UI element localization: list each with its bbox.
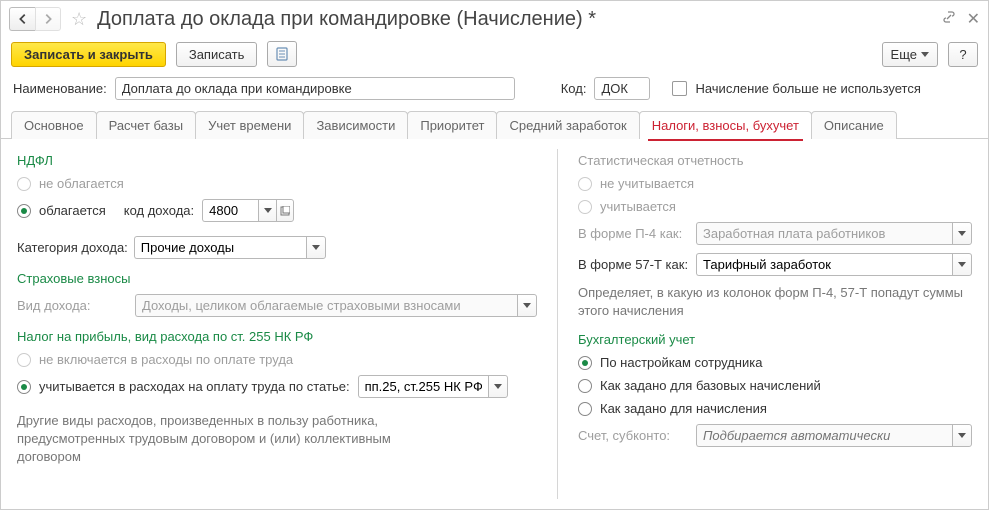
form-57t-select[interactable] bbox=[696, 253, 952, 276]
more-button-label: Еще bbox=[891, 47, 917, 62]
tab-taxes[interactable]: Налоги, взносы, бухучет bbox=[639, 111, 812, 139]
income-cat-select[interactable] bbox=[134, 236, 306, 259]
tab-main[interactable]: Основное bbox=[11, 111, 97, 139]
tab-priority[interactable]: Приоритет bbox=[407, 111, 497, 139]
stat-hint: Определяет, в какую из колонок форм П-4,… bbox=[578, 284, 972, 320]
income-type-label: Вид дохода: bbox=[17, 298, 129, 313]
income-code-popup[interactable] bbox=[276, 199, 294, 222]
arrow-left-icon bbox=[16, 12, 30, 26]
link-icon[interactable] bbox=[941, 9, 957, 29]
chevron-down-icon bbox=[958, 433, 966, 438]
code-label: Код: bbox=[561, 81, 587, 96]
tab-base[interactable]: Расчет базы bbox=[96, 111, 197, 139]
ndfl-not-taxed-label: не облагается bbox=[39, 176, 124, 191]
stat-counted-label: учитывается bbox=[600, 199, 676, 214]
chevron-down-icon bbox=[494, 384, 502, 389]
code-input[interactable] bbox=[594, 77, 650, 100]
help-button[interactable]: ? bbox=[948, 42, 978, 67]
stat-not-counted-radio bbox=[578, 177, 592, 191]
chevron-down-icon bbox=[958, 231, 966, 236]
tab-bar: Основное Расчет базы Учет времени Зависи… bbox=[1, 110, 988, 139]
not-used-checkbox[interactable] bbox=[672, 81, 687, 96]
tab-deps[interactable]: Зависимости bbox=[303, 111, 408, 139]
acc-by-employee-label: По настройкам сотрудника bbox=[600, 355, 762, 370]
chevron-down-icon bbox=[921, 52, 929, 57]
stat-section-title: Статистическая отчетность bbox=[578, 153, 972, 168]
form-p4-label: В форме П-4 как: bbox=[578, 226, 690, 241]
form-p4-select bbox=[696, 222, 952, 245]
account-dropdown-btn bbox=[952, 424, 972, 447]
chevron-down-icon bbox=[264, 208, 272, 213]
included-label: учитывается в расходах на оплату труда п… bbox=[39, 379, 350, 394]
name-label: Наименование: bbox=[13, 81, 107, 96]
accounting-section-title: Бухгалтерский учет bbox=[578, 332, 972, 347]
ndfl-not-taxed-radio[interactable] bbox=[17, 177, 31, 191]
form-57t-label: В форме 57-Т как: bbox=[578, 257, 690, 272]
article-select[interactable] bbox=[358, 375, 488, 398]
income-type-dropdown-btn[interactable] bbox=[517, 294, 537, 317]
save-button[interactable]: Записать bbox=[176, 42, 258, 67]
income-code-label: код дохода: bbox=[124, 203, 194, 218]
included-radio[interactable] bbox=[17, 380, 31, 394]
article-dropdown-btn[interactable] bbox=[488, 375, 508, 398]
chevron-down-icon bbox=[312, 245, 320, 250]
ndfl-taxed-radio[interactable] bbox=[17, 204, 31, 218]
insurance-section-title: Страховые взносы bbox=[17, 271, 537, 286]
name-input[interactable] bbox=[115, 77, 515, 100]
acc-for-charge-label: Как задано для начисления bbox=[600, 401, 767, 416]
account-label: Счет, субконто: bbox=[578, 428, 690, 443]
form-p4-dropdown-btn bbox=[952, 222, 972, 245]
acc-by-employee-radio[interactable] bbox=[578, 356, 592, 370]
nav-back-button[interactable] bbox=[9, 7, 35, 31]
account-select bbox=[696, 424, 952, 447]
more-button[interactable]: Еще bbox=[882, 42, 938, 67]
tab-time[interactable]: Учет времени bbox=[195, 111, 304, 139]
stat-not-counted-label: не учитывается bbox=[600, 176, 694, 191]
income-code-input[interactable] bbox=[202, 199, 258, 222]
window-title: Доплата до оклада при командировке (Начи… bbox=[97, 8, 934, 31]
acc-by-base-label: Как задано для базовых начислений bbox=[600, 378, 821, 393]
income-type-select[interactable] bbox=[135, 294, 517, 317]
favorite-star-icon[interactable]: ☆ bbox=[71, 9, 87, 30]
save-and-close-button[interactable]: Записать и закрыть bbox=[11, 42, 166, 67]
document-icon bbox=[274, 46, 290, 62]
chevron-down-icon bbox=[523, 303, 531, 308]
nav-forward-button[interactable] bbox=[35, 7, 61, 31]
close-icon[interactable]: ✕ bbox=[967, 9, 980, 29]
income-cat-label: Категория дохода: bbox=[17, 240, 128, 255]
tab-avg[interactable]: Средний заработок bbox=[496, 111, 639, 139]
acc-by-base-radio[interactable] bbox=[578, 379, 592, 393]
arrow-right-icon bbox=[41, 12, 55, 26]
form-57t-dropdown-btn[interactable] bbox=[952, 253, 972, 276]
report-button[interactable] bbox=[267, 41, 297, 67]
stat-counted-radio bbox=[578, 200, 592, 214]
acc-for-charge-radio[interactable] bbox=[578, 402, 592, 416]
ndfl-taxed-label: облагается bbox=[39, 203, 106, 218]
profit-tax-section-title: Налог на прибыль, вид расхода по ст. 255… bbox=[17, 329, 537, 344]
not-included-radio[interactable] bbox=[17, 353, 31, 367]
tab-desc[interactable]: Описание bbox=[811, 111, 897, 139]
chevron-down-icon bbox=[958, 262, 966, 267]
column-divider bbox=[557, 149, 558, 499]
ndfl-section-title: НДФЛ bbox=[17, 153, 537, 168]
income-cat-dropdown-btn[interactable] bbox=[306, 236, 326, 259]
income-code-dropdown[interactable] bbox=[258, 199, 276, 222]
not-used-label: Начисление больше не используется bbox=[695, 81, 920, 96]
other-expenses-text: Другие виды расходов, произведенных в по… bbox=[17, 412, 447, 467]
not-included-label: не включается в расходы по оплате труда bbox=[39, 352, 293, 367]
popup-icon bbox=[280, 206, 290, 216]
